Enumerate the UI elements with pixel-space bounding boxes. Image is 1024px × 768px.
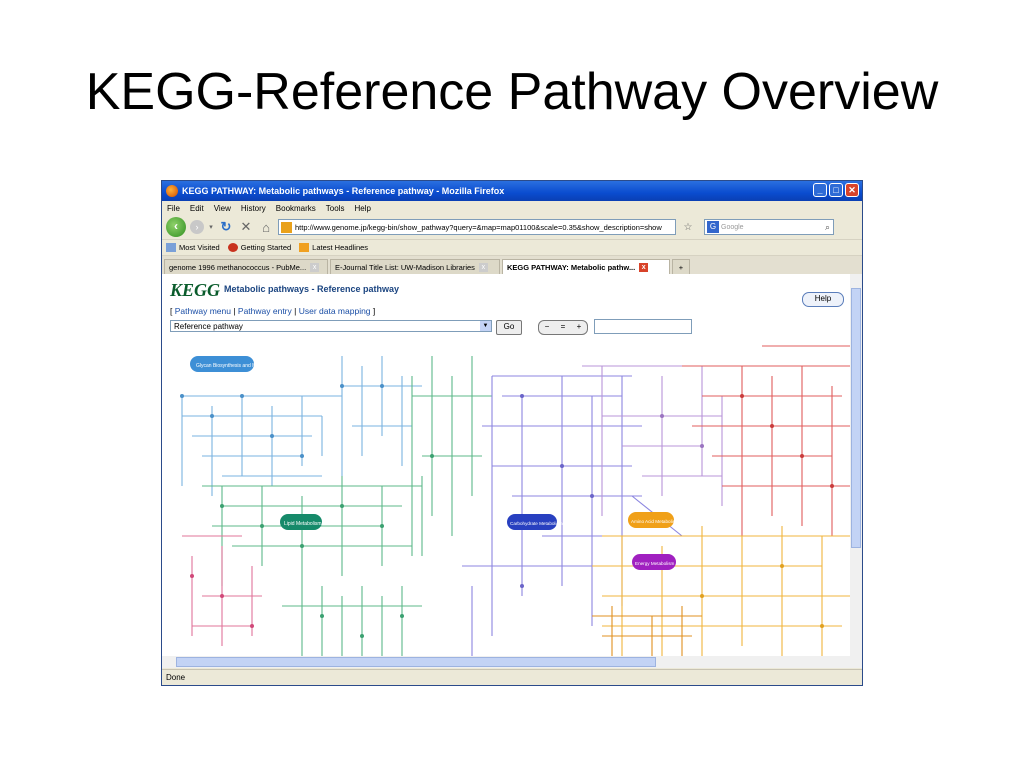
tab-close-icon[interactable]: x [478,262,488,272]
history-dropdown-icon[interactable]: ▾ [208,223,214,231]
user-data-mapping-link[interactable]: User data mapping [299,306,371,316]
status-text: Done [166,673,186,682]
vertical-scrollbar[interactable] [850,274,862,656]
pathway-select[interactable]: Reference pathway ▼ [170,320,492,332]
search-placeholder: Google [721,223,744,231]
status-bar: Done [162,669,862,685]
map-compound-nodes [180,384,834,638]
pathway-entry-link[interactable]: Pathway entry [238,306,292,316]
zoom-out-button[interactable]: − [545,321,550,334]
bookmarks-toolbar: Most Visited Getting Started Latest Head… [162,239,862,255]
reload-icon[interactable]: ↻ [218,219,234,235]
slide-title: KEGG-Reference Pathway Overview [85,63,939,121]
minimize-button[interactable]: _ [813,183,827,197]
go-button[interactable]: Go [496,320,522,335]
new-tab-button[interactable]: + [672,259,690,274]
browser-window: KEGG PATHWAY: Metabolic pathways - Refer… [161,180,863,686]
folder-icon [166,243,176,253]
back-button[interactable]: ‹ [166,217,186,237]
zoom-controls: − = + [538,320,588,335]
tab-close-icon[interactable]: x [310,262,320,272]
chevron-down-icon: ▼ [480,321,491,331]
forward-button[interactable]: › [190,220,204,234]
zoom-in-button[interactable]: + [577,321,582,334]
zoom-reset-button[interactable]: = [561,321,566,334]
bookmark-most-visited[interactable]: Most Visited [166,243,220,253]
map-network-lines [181,345,850,656]
site-favicon [281,221,292,233]
url-bar[interactable]: http://www.genome.jp/kegg-bin/show_pathw… [278,219,676,235]
close-button[interactable]: ✕ [845,183,859,197]
bookmark-star-icon[interactable]: ☆ [680,222,696,233]
tab-pubmed[interactable]: genome 1996 methanococcus - PubMe... x [164,259,328,274]
maximize-button[interactable]: □ [829,183,843,197]
title-bar: KEGG PATHWAY: Metabolic pathways - Refer… [162,181,862,201]
stop-icon[interactable]: ✕ [238,219,254,235]
kegg-logo: KEGG [170,280,221,300]
rss-icon [299,243,310,253]
amino-acid-label: Amino Acid Metabolism [631,519,679,524]
metabolic-pathway-map[interactable]: Glycan Biosynthesis and Metabolism Lipid… [162,336,850,656]
menu-bar: File Edit View History Bookmarks Tools H… [162,201,862,215]
firefox-icon [166,185,178,197]
lipid-label: Lipid Metabolism [284,521,322,527]
menu-tools[interactable]: Tools [326,204,345,213]
carbohydrate-label: Carbohydrate Metabolism [510,521,563,526]
search-icon[interactable]: ⌕ [825,222,830,233]
bookmark-getting-started[interactable]: Getting Started [227,243,291,253]
horizontal-scrollbar[interactable] [162,656,862,668]
tab-ejournal[interactable]: E-Journal Title List: UW-Madison Librari… [330,259,500,274]
home-icon[interactable]: ⌂ [258,220,274,235]
menu-view[interactable]: View [214,204,231,213]
scroll-thumb[interactable] [176,657,656,667]
energy-label: Energy Metabolism [635,561,674,566]
tab-kegg[interactable]: KEGG PATHWAY: Metabolic pathw... x [502,259,670,274]
bookmark-latest-headlines[interactable]: Latest Headlines [299,243,368,253]
google-icon: G [707,221,719,233]
scroll-thumb[interactable] [851,288,861,548]
search-input[interactable]: G Google ⌕ [704,219,834,235]
url-text: http://www.genome.jp/kegg-bin/show_pathw… [295,222,662,232]
help-button[interactable]: Help [802,292,844,307]
navigation-toolbar: ‹ › ▾ ↻ ✕ ⌂ http://www.genome.jp/kegg-bi… [162,215,862,239]
glycan-label: Glycan Biosynthesis and Metabolism [196,363,278,369]
getting-started-icon [227,243,238,253]
tab-close-icon[interactable]: x [639,262,649,272]
search-map-input[interactable] [594,319,692,334]
menu-help[interactable]: Help [354,204,370,213]
page-content: KEGG Metabolic pathways - Reference path… [162,274,850,656]
menu-bookmarks[interactable]: Bookmarks [276,204,316,213]
map-category-labels: Glycan Biosynthesis and Metabolism Lipid… [190,356,679,570]
menu-history[interactable]: History [241,204,266,213]
menu-edit[interactable]: Edit [190,204,204,213]
page-title: Metabolic pathways - Reference pathway [224,284,400,294]
menu-file[interactable]: File [167,204,180,213]
pathway-menu-link[interactable]: Pathway menu [175,306,231,316]
window-title: KEGG PATHWAY: Metabolic pathways - Refer… [182,186,505,196]
page-links: [ Pathway menu | Pathway entry | User da… [170,306,376,316]
tab-strip: genome 1996 methanococcus - PubMe... x E-… [162,255,862,274]
